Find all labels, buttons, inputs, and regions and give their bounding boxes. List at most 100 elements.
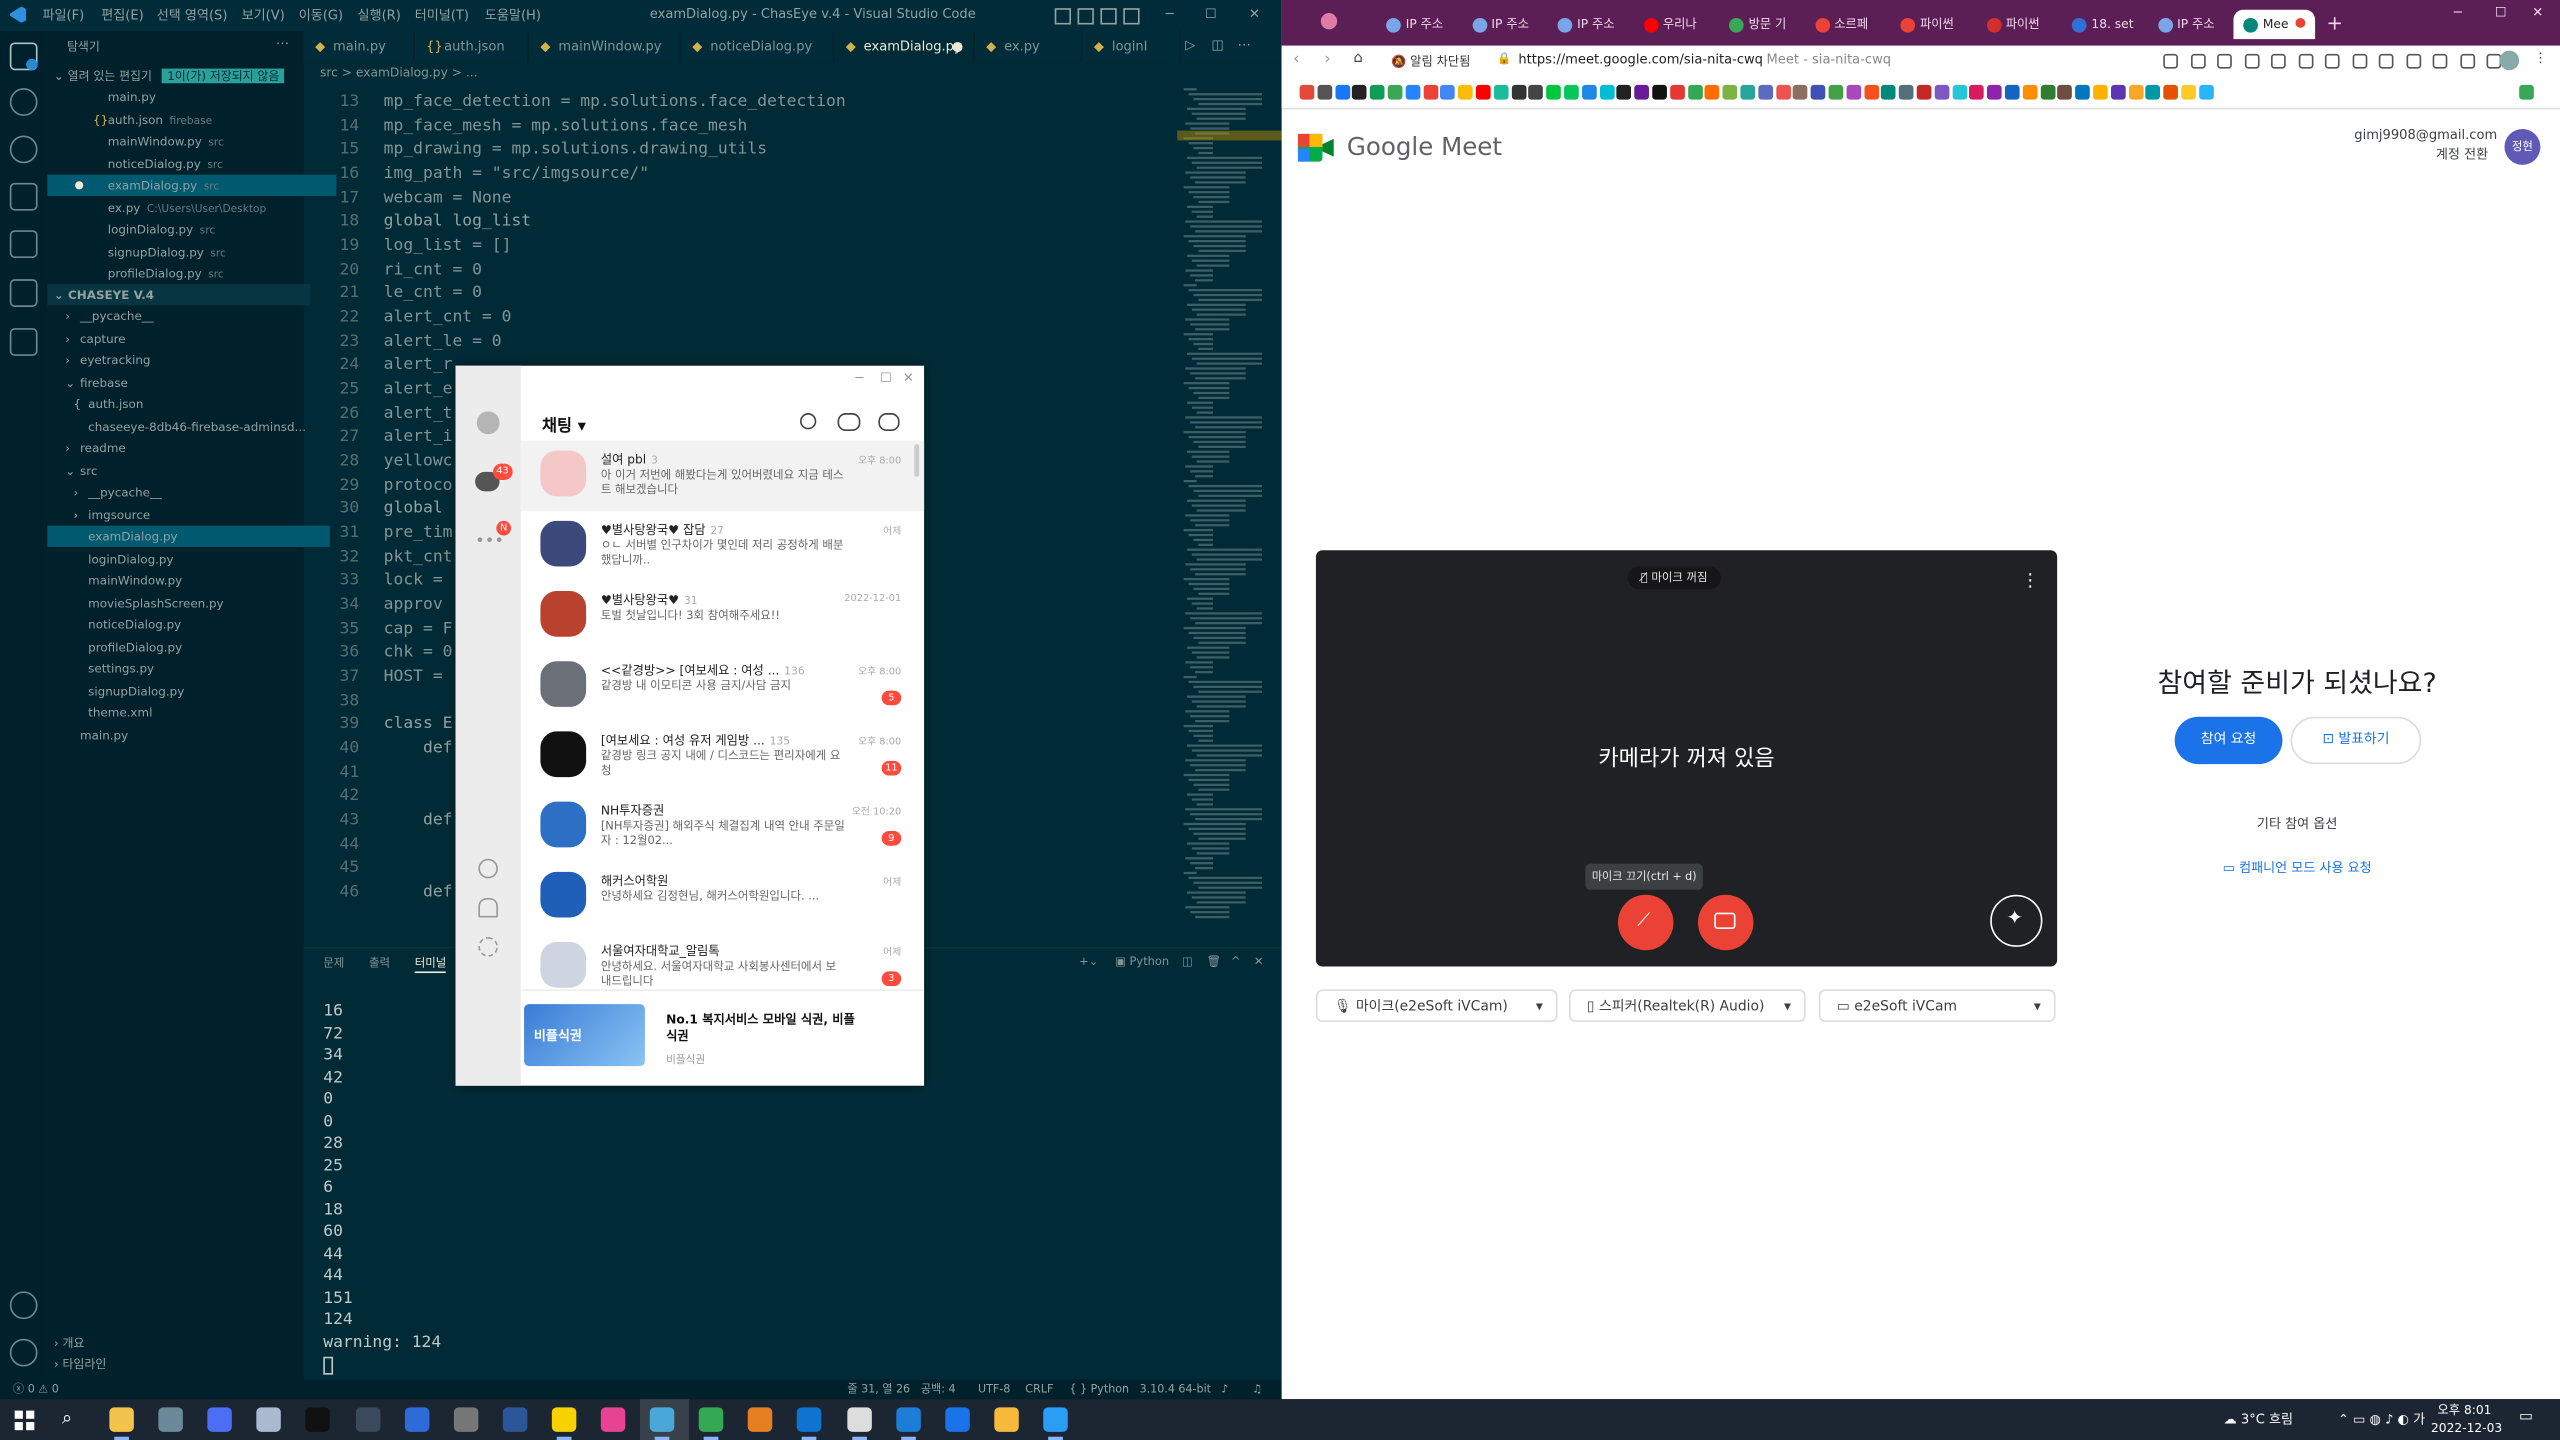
- tab-search-icon[interactable]: [1320, 13, 1338, 30]
- bookmark-favicon-icon[interactable]: [1299, 84, 1315, 100]
- browser-tab[interactable]: 18. set: [2062, 10, 2144, 39]
- menu-edit[interactable]: 편집(E): [101, 7, 143, 25]
- itunes-icon[interactable]: [600, 1407, 626, 1432]
- browser-tab[interactable]: 방문 기: [1719, 10, 1801, 39]
- open-editor-item[interactable]: main.py: [47, 87, 336, 108]
- effects-button[interactable]: ✦: [1990, 894, 2043, 947]
- vscode-icon[interactable]: [797, 1407, 822, 1432]
- search-icon[interactable]: [799, 413, 817, 430]
- bookmark-favicon-icon[interactable]: [1881, 84, 1897, 100]
- messenger-icon[interactable]: [1043, 1407, 1068, 1432]
- encoding-status[interactable]: UTF-8: [978, 1380, 1010, 1400]
- toolbar-extension-icon[interactable]: [2351, 53, 2367, 69]
- tree-file[interactable]: mainWindow.py: [47, 570, 329, 591]
- notifications-icon[interactable]: ♫: [1252, 1380, 1262, 1400]
- extensions-icon[interactable]: [9, 230, 38, 258]
- tree-folder[interactable]: ⌄ src: [47, 460, 321, 481]
- terminal-icon[interactable]: [305, 1407, 331, 1432]
- bookmark-favicon-icon[interactable]: [1916, 84, 1932, 100]
- companion-mode-link[interactable]: ▭ 컴패니언 모드 사용 요청: [2085, 859, 2509, 877]
- chat-scrollbar[interactable]: [914, 444, 920, 477]
- bookmark-favicon-icon[interactable]: [2198, 84, 2214, 100]
- tree-file[interactable]: theme.xml: [47, 702, 329, 723]
- browser-tab[interactable]: IP 주소: [1548, 10, 1630, 39]
- menu-file[interactable]: 파일(F): [42, 7, 84, 25]
- weather-widget[interactable]: ☁ 3°C 흐림: [2224, 1411, 2293, 1429]
- bookmark-favicon-icon[interactable]: [1334, 84, 1350, 100]
- open-editor-item[interactable]: examDialog.py src: [47, 174, 337, 196]
- settings-icon[interactable]: [158, 1407, 184, 1432]
- open-editor-item[interactable]: profileDialog.py src: [47, 263, 336, 284]
- tree-folder[interactable]: › __pycache__: [47, 305, 321, 326]
- chrome-close-icon[interactable]: ✕: [2532, 5, 2543, 20]
- tree-file[interactable]: noticeDialog.py: [47, 614, 329, 635]
- toolbar-extension-icon[interactable]: [2432, 53, 2448, 69]
- notepad-icon[interactable]: [256, 1407, 282, 1432]
- vscode-insiders-icon[interactable]: [649, 1407, 675, 1432]
- open-editor-item[interactable]: noticeDialog.py src: [47, 153, 336, 174]
- split-editor-icon[interactable]: ◫: [1211, 38, 1223, 53]
- editor-tab[interactable]: ◆ noticeDialog.py: [681, 31, 835, 63]
- bookmark-favicon-icon[interactable]: [2110, 84, 2126, 100]
- forward-icon[interactable]: ›: [1324, 51, 1331, 69]
- chrome-minimize-icon[interactable]: ─: [2454, 5, 2462, 20]
- tree-folder[interactable]: › readme: [47, 438, 321, 459]
- browser-tab[interactable]: Mee: [2233, 9, 2316, 40]
- toolbar-extension-icon[interactable]: [2459, 53, 2475, 69]
- kakaotalk-icon[interactable]: [551, 1407, 577, 1432]
- game-icon[interactable]: [748, 1407, 773, 1432]
- tree-file[interactable]: {auth.json: [47, 393, 329, 414]
- file-explorer-icon[interactable]: [109, 1407, 134, 1432]
- menu-run[interactable]: 실행(R): [358, 7, 401, 25]
- camera-device-select[interactable]: ▭ e2eSoft iVCam ▾: [1818, 989, 2056, 1023]
- toolbar-extension-icon[interactable]: [2244, 53, 2259, 69]
- outline-section[interactable]: › 개요: [47, 1332, 310, 1353]
- browser-tab[interactable]: IP 주소: [1462, 10, 1544, 39]
- project-header[interactable]: ⌄ CHASEYE V.4: [47, 284, 311, 306]
- notification-blocked-chip[interactable]: 🔕 알림 차단됨: [1391, 52, 1470, 70]
- chrome-menu-icon[interactable]: ⋮: [2534, 51, 2547, 66]
- browser-tab[interactable]: 우리나: [1633, 10, 1715, 39]
- bookmark-favicon-icon[interactable]: [1634, 84, 1650, 100]
- bookmark-favicon-icon[interactable]: [1370, 84, 1385, 100]
- menu-view[interactable]: 보기(V): [242, 7, 285, 25]
- ad-banner[interactable]: 비플식권 No.1 복지서비스 모바일 식권, 비플식권 비플식권: [520, 989, 925, 1087]
- emoticon-icon[interactable]: [478, 858, 498, 879]
- testing-icon[interactable]: [9, 279, 38, 307]
- bookmark-favicon-icon[interactable]: [1828, 84, 1844, 100]
- tree-file[interactable]: main.py: [47, 724, 321, 745]
- bookmark-favicon-icon[interactable]: [1722, 84, 1738, 100]
- toolbar-extension-icon[interactable]: [2405, 53, 2421, 69]
- editor-tab[interactable]: ◆ examDialog.py ●: [834, 31, 975, 63]
- calculator-icon[interactable]: [207, 1407, 233, 1432]
- bookmark-favicon-icon[interactable]: [1493, 84, 1509, 100]
- bookmark-favicon-icon[interactable]: [2145, 84, 2161, 100]
- editor-tab[interactable]: ◆ loginI: [1082, 31, 1181, 63]
- back-icon[interactable]: ‹: [1293, 51, 1300, 69]
- tree-file[interactable]: chaseeye-8db46-firebase-adminsd...: [47, 416, 329, 437]
- bookmark-folder-icon[interactable]: [2519, 84, 2534, 100]
- bookmark-favicon-icon[interactable]: [1317, 84, 1332, 100]
- preview-menu-icon[interactable]: ⋮: [2021, 570, 2039, 591]
- bookmark-favicon-icon[interactable]: [2093, 84, 2108, 100]
- bookmark-favicon-icon[interactable]: [2004, 84, 2020, 100]
- address-bar[interactable]: https://meet.google.com/sia-nita-cwq: [1518, 52, 1763, 67]
- problems-status[interactable]: ⓧ 0 ⚠ 0: [13, 1380, 59, 1400]
- bookmark-favicon-icon[interactable]: [1863, 84, 1879, 100]
- bookmark-favicon-icon[interactable]: [1934, 84, 1950, 100]
- chat-item[interactable]: 설여 pbl 3 아 이거 저번에 해봤다는게 있어버렸네요 지금 테스트 해보겠습…: [520, 440, 925, 512]
- present-button[interactable]: ⊡ 발표하기: [2290, 716, 2422, 765]
- bookmark-favicon-icon[interactable]: [1387, 84, 1403, 100]
- bookmark-favicon-icon[interactable]: [1475, 84, 1491, 100]
- chat-item[interactable]: [여보세요 : 여성 유저 게임방 ... 135 같경방 링크 공지 내에 / 디…: [521, 722, 924, 792]
- bookmark-favicon-icon[interactable]: [1616, 84, 1632, 100]
- run-debug-icon[interactable]: [9, 182, 38, 211]
- remote-explorer-icon[interactable]: [9, 328, 38, 356]
- cursor-position[interactable]: 줄 31, 열 26: [847, 1380, 910, 1400]
- bookmark-favicon-icon[interactable]: [1599, 84, 1615, 100]
- tree-folder[interactable]: › __pycache__: [47, 482, 329, 503]
- feedback-icon[interactable]: ♪: [1221, 1380, 1228, 1400]
- chat-item[interactable]: ♥별사탕왕국♥ 31 토벌 첫날입니다! 3회 참여해주세요!! 2022-12-01: [521, 581, 924, 651]
- minimap[interactable]: [1177, 85, 1282, 947]
- new-chat-icon[interactable]: [878, 413, 900, 432]
